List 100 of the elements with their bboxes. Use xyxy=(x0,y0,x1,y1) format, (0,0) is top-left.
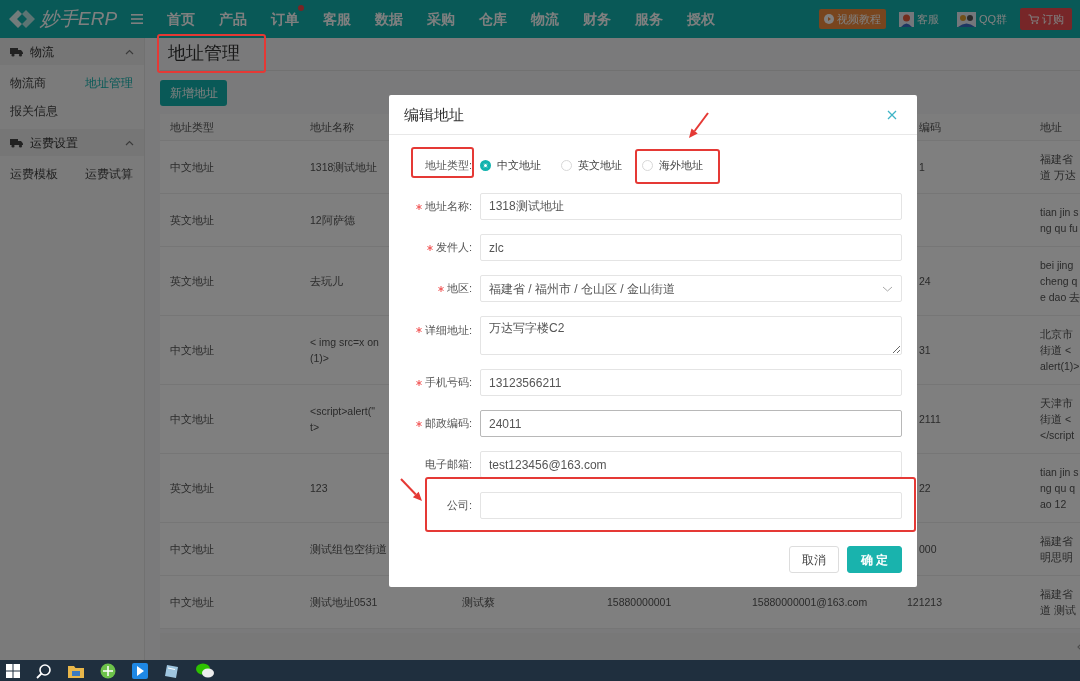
search-icon[interactable] xyxy=(36,662,52,679)
sidebar-link[interactable]: 物流商 xyxy=(10,69,85,97)
table-cell-text: 去玩儿 xyxy=(310,274,343,290)
truck-icon xyxy=(10,137,24,148)
table-cell-text: 24 xyxy=(919,274,931,290)
chevron-up-icon xyxy=(125,139,134,146)
avatar-icon xyxy=(898,11,914,27)
text-field[interactable]: 13123566211 xyxy=(480,369,902,396)
confirm-button[interactable]: 确 定 xyxy=(846,546,902,573)
table-cell-text: 22 xyxy=(919,481,931,497)
table-cell-text: <script>alert(" t> xyxy=(310,404,375,436)
notepad-icon[interactable] xyxy=(164,662,180,679)
windows-logo-icon[interactable] xyxy=(6,663,20,678)
table-cell-text: 北京市 街道 < alert(1)> xyxy=(1040,327,1080,375)
field-label: 地址类型: xyxy=(424,158,472,174)
annotation-arrow xyxy=(689,112,709,138)
header-link[interactable]: 视频教程 xyxy=(818,9,886,29)
sidebar-section[interactable]: 运费设置 xyxy=(0,129,144,156)
table-cell-text: 2111 xyxy=(919,412,941,428)
field-label: 邮政编码: xyxy=(424,416,472,432)
sidebar-link[interactable]: 报关信息 xyxy=(10,97,85,125)
table-cell-text: 121213 xyxy=(907,595,943,611)
radio-label[interactable]: 中文地址 xyxy=(497,157,541,174)
text-field[interactable] xyxy=(480,492,902,519)
column-header: 编码 xyxy=(919,120,941,136)
sidebar-section[interactable]: 物流 xyxy=(0,38,144,65)
radio-button[interactable] xyxy=(480,160,491,171)
sidebar-link[interactable]: 运费试算 xyxy=(85,160,155,188)
table-cell-text: 测试组包空街道 xyxy=(310,542,387,558)
nav-link[interactable]: 服务 xyxy=(623,8,676,30)
page-title: 地址管理 xyxy=(168,43,240,65)
nav-link[interactable]: 采购 xyxy=(415,8,468,30)
truck-icon xyxy=(10,46,24,57)
table-cell-text: 12阿萨德 xyxy=(310,213,355,229)
table-cell-text: bei jing cheng q e dao 去 xyxy=(1040,258,1080,306)
column-header: 地址名称 xyxy=(310,120,354,136)
chevron-down-icon xyxy=(882,285,893,292)
cancel-button[interactable]: 取消 xyxy=(788,546,839,573)
field-label: 详细地址: xyxy=(424,323,472,338)
table-cell-text: 15880000001 xyxy=(607,595,672,611)
table-cell-text: 英文地址 xyxy=(170,481,214,497)
nav-link[interactable]: 仓库 xyxy=(467,8,520,30)
table-cell-text: 中文地址 xyxy=(170,542,214,558)
text-field[interactable]: test123456@163.com xyxy=(480,451,902,478)
text-field[interactable]: 1318测试地址 xyxy=(480,193,902,220)
table-cell-text: 测试地址0531 xyxy=(310,595,378,611)
nav-link[interactable]: 订单 xyxy=(259,8,312,30)
nav-link[interactable]: 财务 xyxy=(571,8,624,30)
globe-icon[interactable] xyxy=(100,662,116,679)
column-header: 地址类型 xyxy=(170,120,214,136)
nav-link[interactable]: 物流 xyxy=(519,8,572,30)
field-label: 地址名称: xyxy=(424,199,472,215)
folder-icon[interactable] xyxy=(68,663,84,678)
table-cell-text: 英文地址 xyxy=(170,274,214,290)
nav-link[interactable]: 授权 xyxy=(675,8,728,30)
chevron-up-icon xyxy=(125,48,134,55)
radio-label[interactable]: 英文地址 xyxy=(578,157,622,174)
table-cell-text: 1 xyxy=(919,160,925,176)
table-cell-text: 测试蔡 xyxy=(462,595,495,611)
table-cell-text: < img src=x on (1)> xyxy=(310,335,379,367)
chat-bubbles-icon[interactable] xyxy=(196,663,214,678)
field-label: 公司: xyxy=(446,498,472,514)
order-button[interactable]: 订购 xyxy=(1020,8,1072,30)
table-cell-text: 福建省 明思明 xyxy=(1040,534,1073,566)
group-avatar-icon xyxy=(956,11,976,27)
table-cell-text: 福建省 道 万达 xyxy=(1040,152,1076,184)
sidebar-link[interactable]: 地址管理 xyxy=(85,69,155,97)
table-cell-text: 中文地址 xyxy=(170,412,214,428)
radio-label[interactable]: 海外地址 xyxy=(659,157,703,174)
cart-icon xyxy=(1028,14,1039,24)
text-area[interactable]: 万达写字楼C2 xyxy=(480,316,902,355)
annotation-arrow xyxy=(400,478,422,501)
table-cell-text: tian jin s ng qu q ao 12 xyxy=(1040,465,1079,513)
table-cell-text: 31 xyxy=(919,343,931,359)
header-link[interactable]: QQ群 xyxy=(951,9,1012,29)
header-link[interactable]: 客服 xyxy=(893,9,944,29)
nav-link[interactable]: 首页 xyxy=(155,8,208,30)
select-field[interactable]: 福建省 / 福州市 / 仓山区 / 金山街道 xyxy=(480,275,902,302)
annotation-box xyxy=(411,147,474,178)
logo-icon xyxy=(8,8,36,30)
table-cell-text: 福建省 道 测试 xyxy=(1040,587,1076,619)
add-address-button[interactable]: 新增地址 xyxy=(160,80,227,107)
table-cell-text: tian jin s ng qu fu xyxy=(1040,205,1079,237)
nav-link[interactable]: 数据 xyxy=(363,8,416,30)
nav-link[interactable]: 产品 xyxy=(207,8,260,30)
logo-text: 妙手ERP xyxy=(40,6,118,31)
text-field[interactable]: 24011 xyxy=(480,410,902,437)
app-icon[interactable] xyxy=(132,662,148,679)
nav-link[interactable]: 客服 xyxy=(311,8,364,30)
field-label: 手机号码: xyxy=(424,375,472,391)
field-label: 发件人: xyxy=(435,240,472,256)
text-field[interactable]: zlc xyxy=(480,234,902,261)
dialog-title: 编辑地址 xyxy=(404,105,464,124)
table-cell-text: 15880000001@163.com xyxy=(752,595,868,611)
sidebar-link[interactable]: 运费模板 xyxy=(10,160,85,188)
table-cell-text: 中文地址 xyxy=(170,160,214,176)
table-cell-text: 中文地址 xyxy=(170,343,214,359)
table-cell-text: 天津市 街道 < </script xyxy=(1040,396,1075,444)
field-label: 电子邮箱: xyxy=(424,457,472,473)
play-icon xyxy=(823,14,834,24)
